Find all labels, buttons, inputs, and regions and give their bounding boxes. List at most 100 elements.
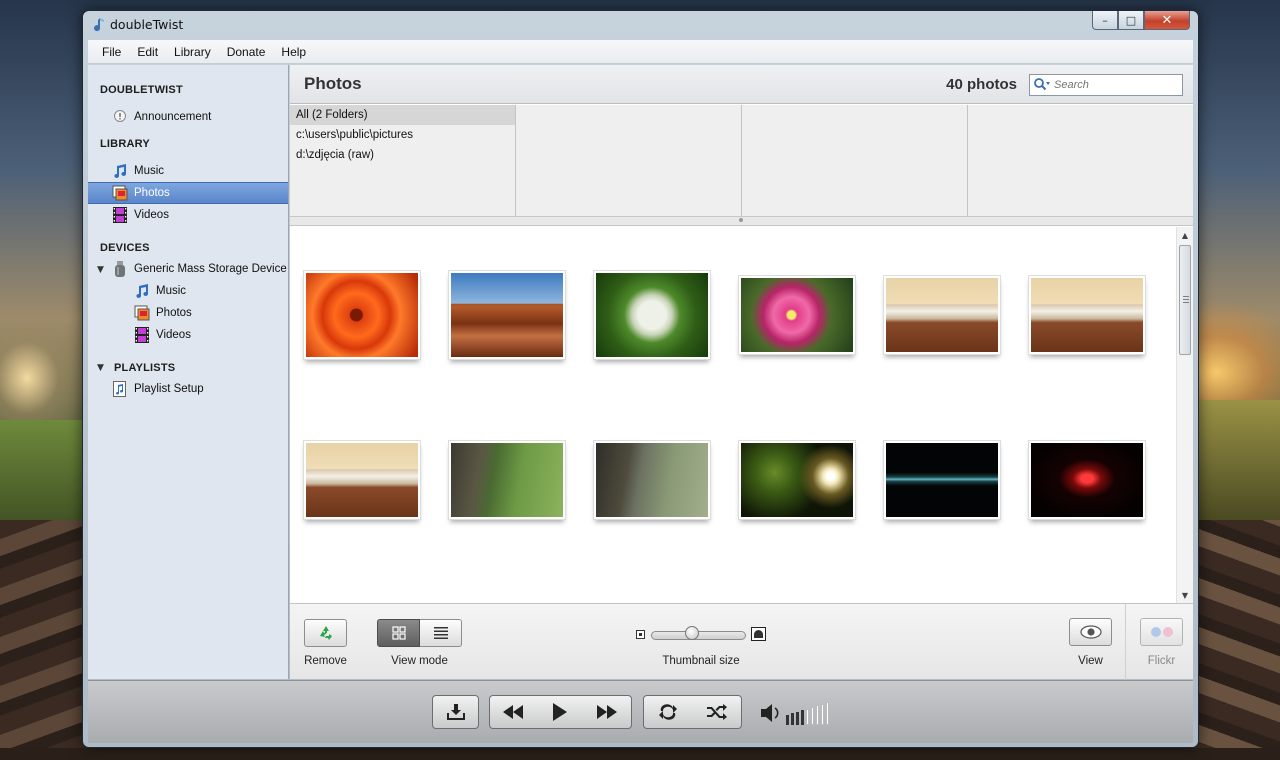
desktop-grass-right [1196,400,1280,520]
sidebar-item-label: Photos [156,307,192,319]
splitter-grip [739,218,743,222]
photo-white-hydrangea [596,273,708,357]
volume-slider[interactable] [786,701,829,725]
volume-level-bar [806,708,809,725]
sidebar-item-music[interactable]: Music [88,160,288,182]
film-strip-icon [112,207,128,223]
list-view-button[interactable] [420,619,462,647]
thumbnail-size-slider-knob[interactable] [685,626,700,640]
menu-help[interactable]: Help [273,45,314,59]
photo-thumbnail[interactable] [1028,275,1146,355]
volume-level-bar [801,710,804,725]
grid-icon [391,626,406,640]
rewind-button[interactable] [489,695,537,729]
folder-column-1: All (2 Folders) c:\users\public\pictures… [290,105,516,217]
sidebar-header-playlists: PLAYLISTS [114,362,176,374]
photo-kitchen-microwave [886,278,998,352]
film-strip-icon [134,327,150,343]
recycle-icon [319,626,332,640]
sidebar-item-announcement[interactable]: Announcement [88,106,288,128]
photo-red-led-display [1031,443,1143,517]
desktop-ground [0,748,1280,760]
flickr-icon [1150,627,1173,637]
main-panel: Photos 40 photos All (2 Folders) c:\user… [290,65,1193,680]
folder-browser: All (2 Folders) c:\users\public\pictures… [290,105,1193,217]
photo-thumbnail[interactable] [1028,440,1146,520]
photo-night-tree-light [741,443,853,517]
sidebar-item-device-photos[interactable]: Photos [88,302,288,324]
photo-thumbnail[interactable] [593,270,711,360]
repeat-button[interactable] [643,695,693,729]
photo-thumbnail[interactable] [593,440,711,520]
sidebar-item-label: Photos [134,187,170,199]
title-bar[interactable]: doubleTwist – □ ✕ [83,11,1198,39]
minimize-button[interactable]: – [1092,11,1118,30]
photo-kitchen-microwave [1031,278,1143,352]
volume-level-bar [791,713,794,725]
sidebar-item-photos[interactable]: Photos [88,182,288,204]
photo-thumbnail[interactable] [883,440,1001,520]
small-image-icon [636,630,645,639]
scroll-down-arrow-icon[interactable]: ▼ [1177,587,1193,603]
sidebar-item-device-videos[interactable]: Videos [88,324,288,346]
playlist-icon [112,381,128,397]
photo-thumbnail[interactable] [448,440,566,520]
menu-library[interactable]: Library [166,45,219,59]
usb-device-icon [112,261,128,277]
search-box[interactable] [1029,74,1183,96]
speaker-icon[interactable] [760,702,782,724]
close-button[interactable]: ✕ [1144,11,1190,30]
menu-bar: File Edit Library Donate Help [88,40,1193,64]
rewind-icon [503,705,523,719]
photo-thumbnail[interactable] [303,270,421,360]
doubletwist-logo-icon [94,18,104,32]
maximize-button[interactable]: □ [1118,11,1144,30]
folder-item-zdjecia[interactable]: d:\zdjęcia (raw) [290,145,515,165]
pane-splitter[interactable] [290,217,1193,226]
sidebar-item-videos[interactable]: Videos [88,204,288,226]
scroll-up-arrow-icon[interactable]: ▲ [1177,227,1193,243]
search-icon[interactable] [1033,77,1051,93]
thumbnail-size-label: Thumbnail size [662,655,740,667]
menu-edit[interactable]: Edit [129,45,166,59]
photo-thumbnail[interactable] [303,440,421,520]
toolbar-separator [1125,604,1126,680]
menu-file[interactable]: File [94,45,129,59]
photo-thumbnail[interactable] [738,275,856,355]
shuffle-icon [706,704,727,720]
photo-tree-trunk-insect [596,443,708,517]
photo-thumbnail[interactable] [448,270,566,360]
sidebar-item-playlist-setup[interactable]: Playlist Setup [88,378,288,400]
expand-triangle-icon[interactable]: ▼ [97,363,104,373]
volume-level-bar [821,703,824,725]
vertical-scrollbar[interactable]: ▲ ▼ [1176,227,1193,603]
flickr-button[interactable] [1140,618,1183,646]
scroll-thumb[interactable] [1179,245,1191,355]
grid-view-button[interactable] [377,619,420,647]
play-button[interactable] [536,695,583,729]
remove-label: Remove [304,655,347,667]
sidebar-item-label: Playlist Setup [134,383,204,395]
desktop-rocks-left [0,520,84,760]
view-button[interactable] [1069,618,1112,646]
photo-thumbnail[interactable] [738,440,856,520]
remove-button[interactable] [304,619,347,647]
folder-item-all[interactable]: All (2 Folders) [290,105,515,125]
photo-kitchen-microwave [306,443,418,517]
sidebar-item-label: Announcement [134,111,212,123]
sidebar-item-device[interactable]: Generic Mass Storage Device [88,258,288,280]
shuffle-button[interactable] [692,695,742,729]
fast-forward-button[interactable] [582,695,632,729]
play-icon [553,703,567,721]
photo-orange-dahlia [306,273,418,357]
import-button[interactable] [432,695,479,729]
photo-thumbnail[interactable] [883,275,1001,355]
folder-item-public-pictures[interactable]: c:\users\public\pictures [290,125,515,145]
large-image-icon [751,627,766,641]
search-input[interactable] [1052,76,1178,94]
photo-desert-butte [451,273,563,357]
menu-donate[interactable]: Donate [219,45,274,59]
bottom-toolbar: Remove View mode Thumbnail size View Fli… [290,603,1193,680]
sidebar-item-device-music[interactable]: Music [88,280,288,302]
repeat-icon [659,704,677,720]
